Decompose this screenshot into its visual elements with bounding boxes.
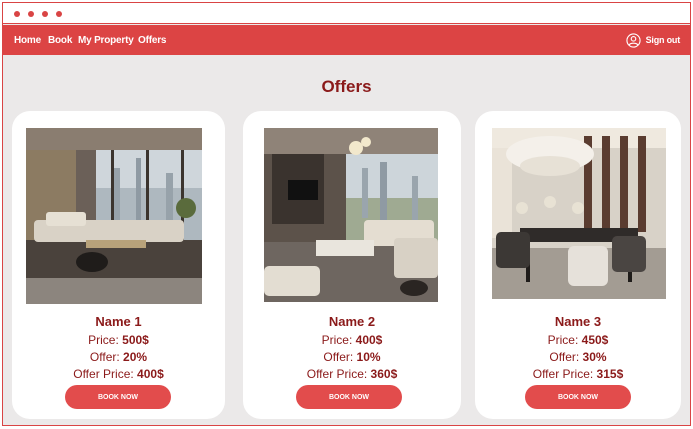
window-chrome: [3, 3, 690, 24]
book-now-button[interactable]: BOOK NOW: [296, 385, 402, 409]
price-value: 400$: [355, 333, 383, 347]
offer-line: Offer: 30%: [475, 350, 681, 364]
window-dot-icon: [42, 11, 48, 17]
property-name: Name 3: [554, 314, 602, 329]
nav-link-my-property[interactable]: My Property: [78, 35, 134, 46]
offer-price-value: 360$: [370, 367, 398, 381]
offer-price-label: Offer Price:: [532, 367, 594, 381]
price-label: Price:: [88, 333, 119, 347]
offer-line: Offer: 10%: [243, 350, 461, 364]
property-photo: [264, 128, 438, 302]
window-dot-icon: [14, 11, 20, 17]
sign-out-label: Sign out: [645, 35, 681, 45]
offer-value: 30%: [582, 350, 607, 364]
price-value: 450$: [581, 333, 609, 347]
offer-price-line: Offer Price: 315$: [475, 367, 681, 381]
page-title: Offers: [321, 77, 372, 96]
offer-label: Offer:: [549, 350, 580, 364]
offer-price-label: Offer Price:: [306, 367, 368, 381]
window-dot-icon: [56, 11, 62, 17]
offer-price-line: Offer Price: 360$: [243, 367, 461, 381]
property-name: Name 1: [95, 314, 142, 329]
nav-link-home[interactable]: Home: [14, 35, 41, 46]
book-now-button[interactable]: BOOK NOW: [65, 385, 171, 409]
offer-card: Name 3 Price: 450$ Offer: 30% Offer Pric…: [475, 111, 681, 419]
price-label: Price:: [547, 333, 579, 347]
top-navbar: Home Book My Property Offers Sign out: [3, 25, 690, 55]
window-dot-icon: [28, 11, 34, 17]
offer-label: Offer:: [323, 350, 354, 364]
property-photo: [492, 128, 666, 299]
property-name: Name 2: [328, 314, 376, 329]
offer-line: Offer: 20%: [12, 350, 225, 364]
user-circle-icon: [625, 32, 641, 48]
offer-card: Name 1 Price: 500$ Offer: 20% Offer Pric…: [12, 111, 225, 419]
nav-link-book[interactable]: Book: [48, 35, 72, 46]
offer-price-value: 315$: [596, 367, 624, 381]
property-photo: [26, 128, 202, 304]
price-line: Price: 400$: [243, 333, 461, 347]
offer-price-line: Offer Price: 400$: [12, 367, 225, 381]
price-line: Price: 450$: [475, 333, 681, 347]
offer-value: 10%: [356, 350, 381, 364]
offer-label: Offer:: [89, 350, 120, 364]
offer-card: Name 2 Price: 400$ Offer: 10% Offer Pric…: [243, 111, 461, 419]
offer-price-value: 400$: [137, 367, 164, 381]
nav-link-offers[interactable]: Offers: [138, 35, 166, 46]
offer-value: 20%: [123, 350, 148, 364]
price-line: Price: 500$: [12, 333, 225, 347]
price-value: 500$: [122, 333, 149, 347]
book-now-button[interactable]: BOOK NOW: [525, 385, 631, 409]
offer-price-label: Offer Price:: [73, 367, 134, 381]
sign-out-button[interactable]: Sign out: [625, 31, 681, 49]
price-label: Price:: [321, 333, 353, 347]
app-frame: Home Book My Property Offers Sign out Of…: [2, 2, 691, 426]
